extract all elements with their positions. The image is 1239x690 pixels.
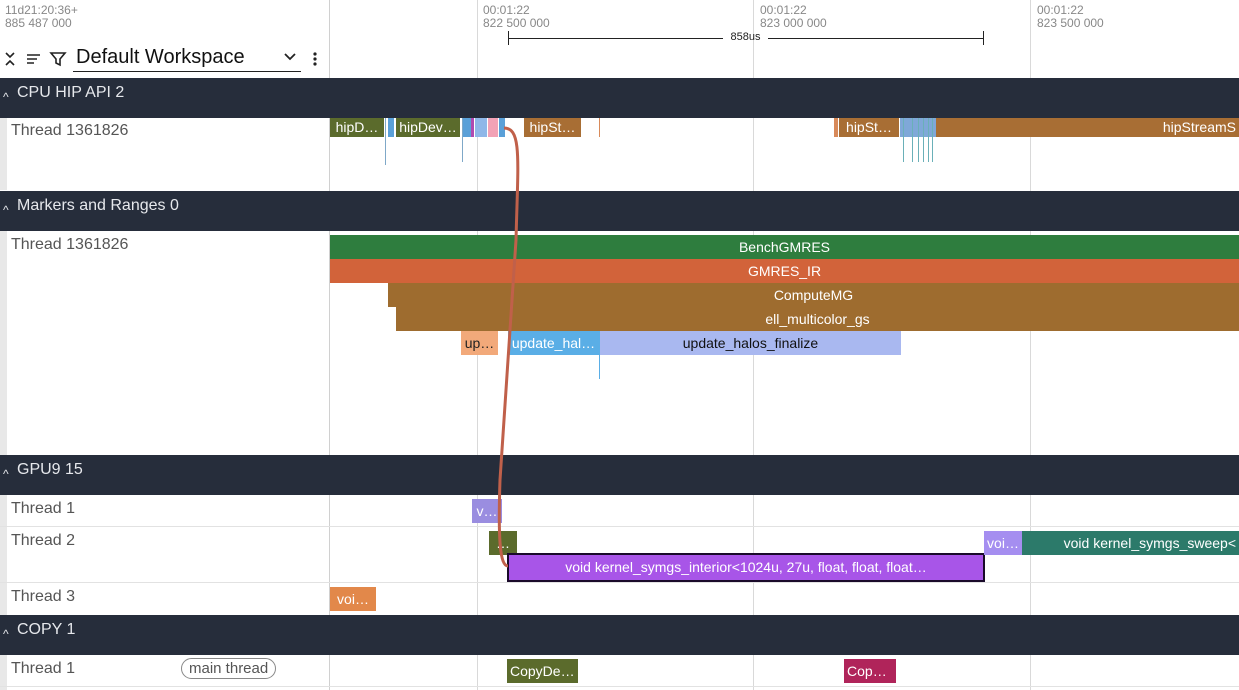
- flow-arrow: [497, 126, 520, 568]
